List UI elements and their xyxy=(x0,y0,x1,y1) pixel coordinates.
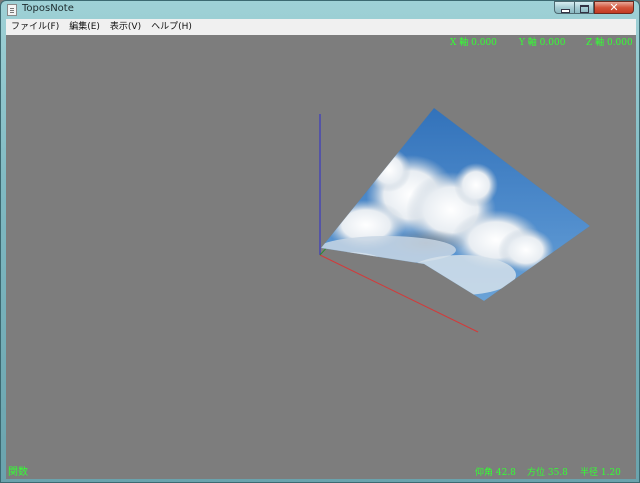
maximize-button[interactable] xyxy=(574,1,594,14)
close-icon: ✕ xyxy=(609,1,619,14)
app-icon[interactable] xyxy=(7,4,17,16)
z-axis-readout: Z 軸 0.000 xyxy=(586,36,633,48)
menu-bar: ファイル(F) 編集(E) 表示(V) ヘルプ(H) xyxy=(6,19,636,36)
elevation-readout: 仰角 42.8 xyxy=(475,466,516,478)
y-axis-readout: Y 軸 0.000 xyxy=(518,36,566,48)
azimuth-readout: 方位 35.8 xyxy=(527,466,568,478)
mode-label: 関数 xyxy=(8,465,28,478)
x-axis-readout: X 軸 0.000 xyxy=(450,36,497,48)
minimize-button[interactable] xyxy=(554,1,574,14)
close-button[interactable]: ✕ xyxy=(594,1,634,14)
menu-view[interactable]: 表示(V) xyxy=(105,19,146,35)
title-bar[interactable]: ToposNote ✕ xyxy=(1,1,639,19)
scene-canvas[interactable]: X 軸 0.000 Y 軸 0.000 Z 軸 0.000 関数 仰角 42.8… xyxy=(6,35,636,479)
app-window: ToposNote ✕ ファイル(F) 編集(E) 表示(V) ヘルプ(H) X… xyxy=(0,0,640,483)
radius-readout: 半径 1.20 xyxy=(580,466,621,478)
window-title: ToposNote xyxy=(22,3,74,14)
menu-help[interactable]: ヘルプ(H) xyxy=(146,19,197,35)
menu-edit[interactable]: 編集(E) xyxy=(64,19,105,35)
window-controls: ✕ xyxy=(554,1,634,15)
3d-viewport[interactable]: X 軸 0.000 Y 軸 0.000 Z 軸 0.000 関数 仰角 42.8… xyxy=(6,35,636,479)
textured-plane[interactable] xyxy=(306,95,606,315)
menu-file[interactable]: ファイル(F) xyxy=(6,19,64,35)
